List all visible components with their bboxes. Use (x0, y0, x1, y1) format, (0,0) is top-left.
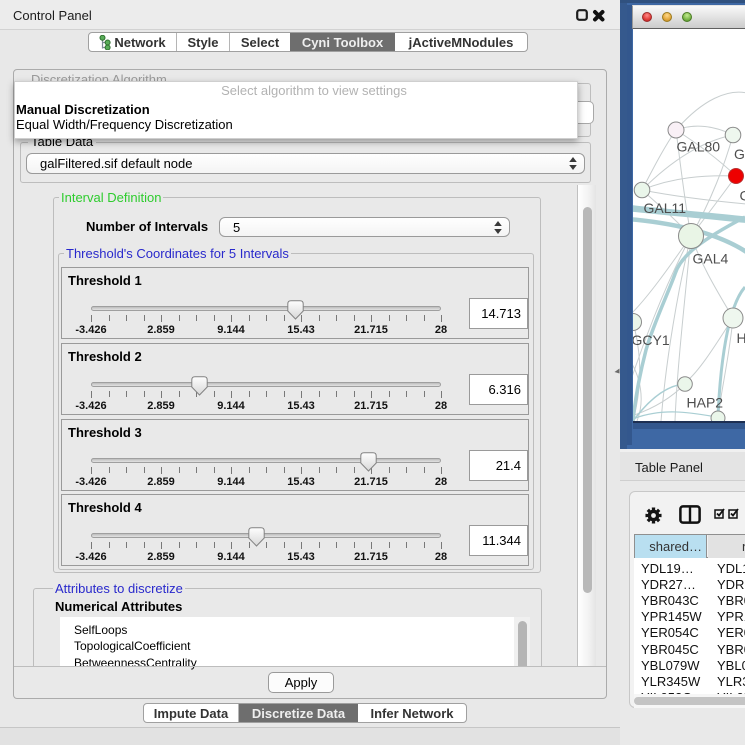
svg-text:GCY1: GCY1 (633, 332, 670, 348)
svg-text:GAL80: GAL80 (677, 139, 721, 155)
svg-text:C: C (740, 188, 745, 204)
svg-text:HAP2: HAP2 (687, 395, 724, 411)
svg-text:GAL4: GAL4 (693, 251, 729, 267)
svg-text:H: H (737, 330, 745, 346)
svg-text:GAL11: GAL11 (644, 200, 687, 216)
svg-text:GA: GA (734, 146, 745, 162)
